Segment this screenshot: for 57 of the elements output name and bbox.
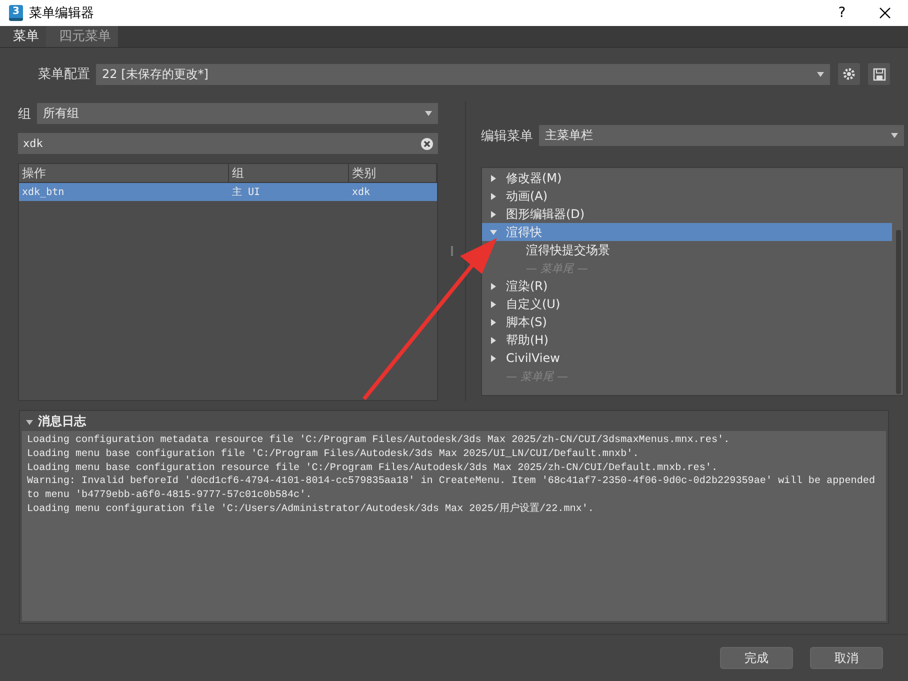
log-line: Loading menu base configuration file 'C:/Program Files/Autodesk/3ds Max 2025/UI_LN/CUI/Default.mnxb'. bbox=[27, 448, 640, 462]
menu-tree-item[interactable]: 动画(A) bbox=[482, 187, 892, 205]
expand-arrow-icon[interactable] bbox=[490, 354, 496, 362]
save-icon bbox=[872, 68, 886, 80]
expand-arrow-icon[interactable] bbox=[490, 210, 496, 218]
menu-tree-item[interactable]: 帮助(H) bbox=[482, 331, 892, 349]
column-header[interactable]: 组 bbox=[229, 164, 349, 182]
menu-tree-item[interactable]: 渲染(R) bbox=[482, 277, 892, 295]
log-line: Warning: Invalid beforeId 'd0cd1cf6-4794-4101-8014-cc579835aa18' in CreateMenu. Item '68c41af7-2350-4f06-9d0c-0d2b229359ae' will be appended to menu 'b4779ebb-a6f0-4815-9777-57c01c0b584c'. bbox=[27, 475, 876, 502]
field-label: 编辑菜单 bbox=[481, 128, 533, 144]
splitter-handle[interactable] bbox=[450, 246, 452, 256]
dropdown-arrow-icon bbox=[425, 111, 432, 116]
tab[interactable]: 四元菜单 bbox=[46, 26, 118, 47]
expand-arrow-icon[interactable] bbox=[490, 192, 496, 200]
scrollbar[interactable] bbox=[896, 230, 901, 394]
table-cell-text: xdk bbox=[351, 186, 372, 198]
group-dropdown[interactable]: 所有组 bbox=[37, 103, 438, 124]
dropdown-arrow-icon bbox=[817, 72, 824, 76]
collapse-arrow-icon[interactable] bbox=[26, 420, 33, 425]
expand-arrow-icon[interactable] bbox=[490, 174, 496, 182]
panel-title: 消息日志 bbox=[38, 412, 86, 430]
log-line: Loading menu configuration file 'C:/Users/Administrator/Autodesk/3ds Max 2025/用户设置/22.mnx'. bbox=[27, 502, 595, 517]
tab[interactable]: 菜单 bbox=[0, 26, 46, 47]
menu-tree-item[interactable]: 脚本(S) bbox=[482, 313, 892, 331]
log-line: Loading menu base configuration resource file 'C:/Program Files/Autodesk/3ds Max 2025/zh-CN/CUI/Default.mnxb.res'. bbox=[27, 462, 719, 476]
menu-tree-item[interactable]: 图形编辑器(D) bbox=[482, 205, 892, 223]
menu-config-dropdown[interactable]: 22 [未保存的更改*] bbox=[96, 64, 830, 84]
collapse-arrow-icon[interactable] bbox=[490, 230, 496, 234]
table-row[interactable]: xdk_btn 主 UI xdk bbox=[19, 183, 437, 201]
log-line: Loading configuration metadata resource file 'C:/Program Files/Autodesk/3ds Max 2025/zh-CN/CUI/3dsmaxMenus.mnx.res'. bbox=[27, 434, 731, 448]
table-cell-text: xdk_btn bbox=[21, 186, 66, 198]
app-icon: 3 bbox=[9, 5, 23, 21]
menu-tree-item[interactable]: 渲得快提交场景 bbox=[526, 242, 610, 258]
field-label: 菜单配置 bbox=[38, 66, 90, 83]
edit-menu-dropdown[interactable]: 主菜单栏 bbox=[539, 125, 904, 146]
close-icon[interactable] bbox=[879, 7, 891, 19]
dialog-button[interactable]: 完成 bbox=[720, 647, 793, 669]
menu-tree-item[interactable]: 渲得快 bbox=[482, 223, 892, 241]
clear-icon[interactable] bbox=[421, 138, 433, 150]
menu-tree-item[interactable]: 自定义(U) bbox=[482, 295, 892, 313]
column-header[interactable]: 类别 bbox=[349, 164, 437, 182]
expand-arrow-icon[interactable] bbox=[490, 318, 496, 326]
expand-arrow-icon[interactable] bbox=[490, 300, 496, 308]
expand-arrow-icon[interactable] bbox=[490, 336, 496, 344]
expand-arrow-icon[interactable] bbox=[490, 282, 496, 290]
table-cell-text: 主 UI bbox=[231, 186, 262, 199]
column-header[interactable]: 操作 bbox=[19, 164, 229, 182]
settings-icon bbox=[842, 67, 856, 81]
menu-tree-item[interactable]: 修改器(M) bbox=[482, 169, 892, 187]
dropdown-arrow-icon bbox=[891, 133, 898, 138]
menu-tree-item[interactable]: CivilView bbox=[482, 349, 892, 367]
window-title: 菜单编辑器 bbox=[29, 5, 95, 22]
settings-button[interactable] bbox=[838, 63, 860, 85]
field-label: 组 bbox=[18, 106, 31, 122]
save-button[interactable] bbox=[868, 63, 890, 85]
help-button[interactable]: ? bbox=[822, 4, 862, 22]
dialog-button[interactable]: 取消 bbox=[810, 647, 883, 669]
